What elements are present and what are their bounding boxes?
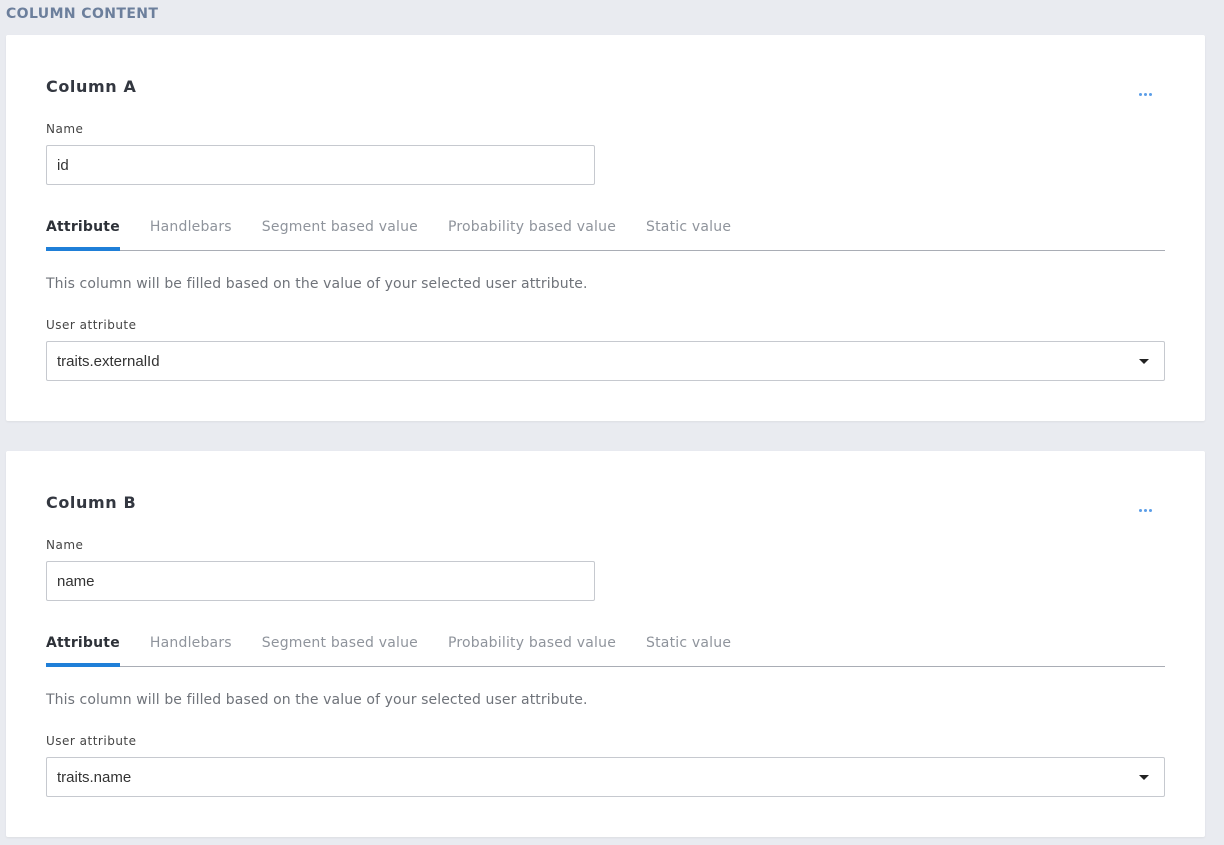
user-attribute-value: traits.externalId	[57, 352, 160, 370]
more-horizontal-icon[interactable]	[1132, 503, 1158, 517]
top-bar	[0, 0, 1224, 36]
tab-probability-based-value[interactable]: Probability based value	[448, 630, 616, 666]
user-attribute-label: User attribute	[46, 734, 137, 748]
column-card-a: Column A Name Attribute Handlebars Segme…	[6, 35, 1205, 421]
caret-down-icon	[1139, 359, 1149, 364]
tab-attribute[interactable]: Attribute	[46, 214, 120, 251]
tab-description: This column will be filled based on the …	[46, 692, 588, 708]
tab-handlebars[interactable]: Handlebars	[150, 630, 232, 666]
value-type-tabs: Attribute Handlebars Segment based value…	[46, 214, 1165, 251]
name-label: Name	[46, 122, 84, 136]
page: COLUMN CONTENT Column A Name Attribute H…	[0, 0, 1224, 845]
tab-probability-based-value[interactable]: Probability based value	[448, 214, 616, 250]
tab-description: This column will be filled based on the …	[46, 276, 588, 292]
user-attribute-value: traits.name	[57, 768, 132, 786]
name-input[interactable]	[46, 561, 595, 601]
value-type-tabs: Attribute Handlebars Segment based value…	[46, 630, 1165, 667]
tab-handlebars[interactable]: Handlebars	[150, 214, 232, 250]
tab-attribute[interactable]: Attribute	[46, 630, 120, 667]
tab-segment-based-value[interactable]: Segment based value	[262, 214, 418, 250]
section-heading: COLUMN CONTENT	[6, 6, 159, 22]
column-title: Column B	[46, 493, 137, 512]
user-attribute-select[interactable]: traits.externalId	[46, 341, 1165, 381]
name-input[interactable]	[46, 145, 595, 185]
column-title: Column A	[46, 77, 137, 96]
caret-down-icon	[1139, 775, 1149, 780]
more-horizontal-icon[interactable]	[1132, 87, 1158, 101]
tab-static-value[interactable]: Static value	[646, 630, 731, 666]
tab-static-value[interactable]: Static value	[646, 214, 731, 250]
column-card-b: Column B Name Attribute Handlebars Segme…	[6, 451, 1205, 837]
user-attribute-label: User attribute	[46, 318, 137, 332]
tab-segment-based-value[interactable]: Segment based value	[262, 630, 418, 666]
user-attribute-select[interactable]: traits.name	[46, 757, 1165, 797]
name-label: Name	[46, 538, 84, 552]
